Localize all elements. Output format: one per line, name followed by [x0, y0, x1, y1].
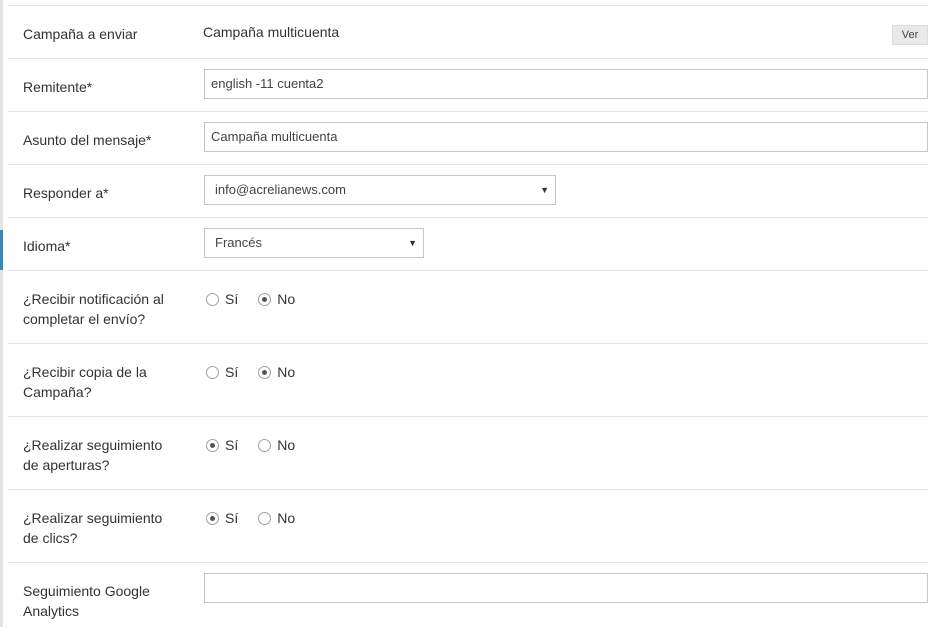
track-clicks-label-line2: de clics? — [23, 530, 78, 546]
caret-down-icon: ▼ — [540, 185, 549, 195]
language-select[interactable]: Francés ▼ — [204, 228, 424, 258]
copy-label: ¿Recibir copia de la Campaña? — [23, 362, 188, 402]
track-opens-label-line2: de aperturas? — [23, 457, 110, 473]
row-notify: ¿Recibir notificación al completar el en… — [8, 271, 928, 344]
track-clicks-yes-label: Sí — [225, 510, 239, 526]
copy-yes-radio[interactable] — [206, 365, 219, 379]
copy-no-label: No — [277, 364, 296, 380]
copy-label-line2: Campaña? — [23, 384, 92, 400]
track-opens-no-radio[interactable] — [258, 438, 272, 452]
row-reply-to: Responder a* info@acrelianews.com ▼ — [8, 165, 928, 218]
row-subject: Asunto del mensaje* Campaña multicuenta — [8, 112, 928, 165]
language-value: Francés — [215, 235, 262, 250]
row-track-clicks: ¿Realizar seguimiento de clics? Sí No — [8, 490, 928, 563]
sender-input[interactable]: english -11 cuenta2 — [204, 69, 928, 99]
track-opens-label: ¿Realizar seguimiento de aperturas? — [23, 435, 188, 475]
copy-no-radio[interactable] — [258, 365, 272, 379]
row-sender: Remitente* english -11 cuenta2 — [8, 59, 928, 112]
sender-label: Remitente* — [23, 79, 93, 95]
notify-radio-group: Sí No — [206, 291, 315, 307]
notify-label-line1: ¿Recibir notificación al — [23, 291, 164, 307]
track-clicks-label: ¿Realizar seguimiento de clics? — [23, 508, 188, 548]
track-opens-radio-group: Sí No — [206, 437, 315, 453]
track-opens-label-line1: ¿Realizar seguimiento — [23, 437, 163, 453]
notify-yes-option[interactable]: Sí — [206, 291, 238, 307]
reply-to-select[interactable]: info@acrelianews.com ▼ — [204, 175, 556, 205]
track-opens-no-label: No — [277, 437, 296, 453]
track-opens-yes-radio[interactable] — [206, 438, 219, 452]
copy-yes-option[interactable]: Sí — [206, 364, 238, 380]
notify-yes-label: Sí — [225, 291, 239, 307]
view-campaign-button[interactable]: Ver — [892, 25, 928, 45]
reply-to-value: info@acrelianews.com — [215, 182, 346, 197]
caret-down-icon: ▼ — [408, 238, 417, 248]
google-analytics-label: Seguimiento Google Analytics — [23, 581, 188, 621]
notify-no-label: No — [277, 291, 296, 307]
track-clicks-no-label: No — [277, 510, 296, 526]
google-analytics-input[interactable] — [204, 573, 928, 603]
track-opens-yes-option[interactable]: Sí — [206, 437, 238, 453]
row-track-opens: ¿Realizar seguimiento de aperturas? Sí N… — [8, 417, 928, 490]
notify-no-option[interactable]: No — [258, 291, 295, 307]
campaign-value: Campaña multicuenta — [203, 24, 340, 40]
campaign-send-form: Campaña a enviar Campaña multicuenta Ver… — [8, 5, 928, 633]
track-clicks-yes-radio[interactable] — [206, 511, 219, 525]
track-clicks-radio-group: Sí No — [206, 510, 315, 526]
notify-no-radio[interactable] — [258, 292, 272, 306]
google-analytics-label-line1: Seguimiento Google — [23, 583, 150, 599]
row-language: Idioma* Francés ▼ — [8, 218, 928, 271]
copy-no-option[interactable]: No — [258, 364, 295, 380]
notify-label-line2: completar el envío? — [23, 311, 146, 327]
active-nav-indicator — [0, 230, 3, 270]
reply-to-label: Responder a* — [23, 185, 109, 201]
track-clicks-no-option[interactable]: No — [258, 510, 295, 526]
campaign-label: Campaña a enviar — [23, 26, 138, 42]
copy-yes-label: Sí — [225, 364, 239, 380]
track-opens-no-option[interactable]: No — [258, 437, 295, 453]
row-campaign: Campaña a enviar Campaña multicuenta Ver — [8, 6, 928, 59]
notify-yes-radio[interactable] — [206, 292, 219, 306]
row-copy: ¿Recibir copia de la Campaña? Sí No — [8, 344, 928, 417]
copy-label-line1: ¿Recibir copia de la — [23, 364, 147, 380]
notify-label: ¿Recibir notificación al completar el en… — [23, 289, 188, 329]
google-analytics-label-line2: Analytics — [23, 603, 80, 619]
track-clicks-no-radio[interactable] — [258, 511, 272, 525]
subject-label: Asunto del mensaje* — [23, 132, 152, 148]
left-sidebar-edge — [0, 0, 3, 627]
subject-input[interactable]: Campaña multicuenta — [204, 122, 928, 152]
track-clicks-yes-option[interactable]: Sí — [206, 510, 238, 526]
track-opens-yes-label: Sí — [225, 437, 239, 453]
copy-radio-group: Sí No — [206, 364, 315, 380]
language-label: Idioma* — [23, 238, 71, 254]
track-clicks-label-line1: ¿Realizar seguimiento — [23, 510, 163, 526]
row-google-analytics: Seguimiento Google Analytics — [8, 563, 928, 633]
